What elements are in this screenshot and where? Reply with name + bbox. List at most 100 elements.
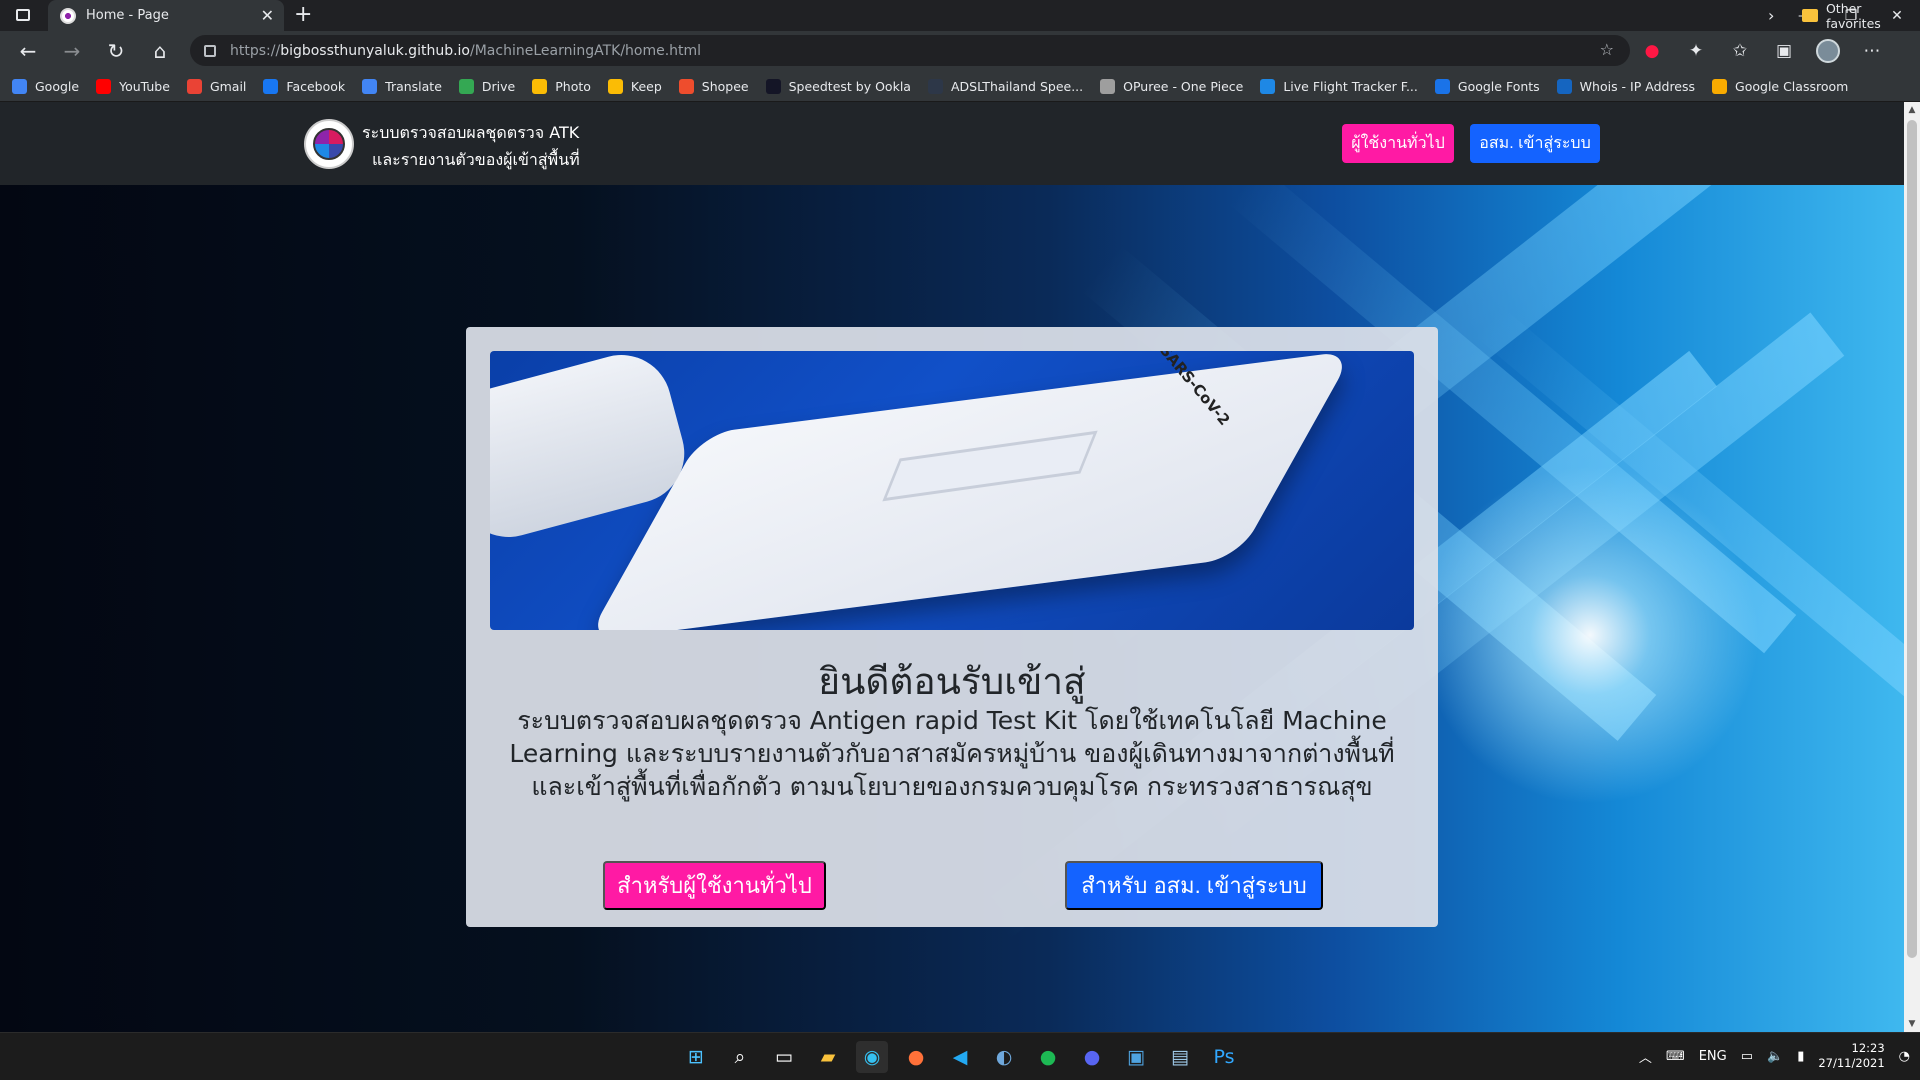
close-tab-icon[interactable]: ✕: [261, 6, 274, 25]
new-tab-icon[interactable]: +: [294, 2, 312, 27]
more-menu-icon[interactable]: ⋯: [1860, 39, 1884, 63]
classroom-icon: [1712, 78, 1728, 94]
battery-icon[interactable]: ▮: [1797, 1049, 1804, 1064]
adsl-icon: [927, 78, 943, 94]
system-tray: ︿ ⌨ ENG ▭ 🔈 ▮ 12:23 27/11/2021 ◔: [1639, 1041, 1910, 1071]
welcome-card: SARS-CoV-2 ยินดีต้อนรับเข้าสู่ ระบบตรวจส…: [466, 327, 1438, 927]
search-icon[interactable]: ⌕: [724, 1041, 756, 1073]
system-description: ระบบตรวจสอบผลชุดตรวจ Antigen rapid Test …: [509, 706, 1395, 801]
other-favorites[interactable]: Other favorites: [1802, 0, 1920, 31]
bookmark-label: Gmail: [209, 78, 247, 94]
language-indicator[interactable]: ENG: [1699, 1049, 1727, 1064]
site-logo[interactable]: [304, 119, 354, 169]
page-viewport: ระบบตรวจสอบผลชุดตรวจ ATK และรายงานตัวของ…: [0, 102, 1904, 1032]
gmail-icon: [186, 78, 202, 94]
keyboard-icon[interactable]: ⌨: [1666, 1049, 1685, 1064]
windows-taskbar: ⊞ ⌕ ▭ ▰ ◉ ● ◀ ◐ ● ● ▣ ▤ Ps ︿ ⌨ ENG ▭ 🔈 ▮…: [0, 1032, 1920, 1080]
home-icon[interactable]: ⌂: [148, 39, 172, 63]
scroll-up-arrow-icon[interactable]: ▲: [1904, 102, 1920, 118]
lock-icon[interactable]: [204, 44, 216, 57]
test-cassette: [585, 351, 1355, 630]
edge-icon[interactable]: ◉: [856, 1041, 888, 1073]
app-icon[interactable]: ◐: [988, 1041, 1020, 1073]
bookmark-item[interactable]: Live Flight Tracker F...: [1260, 78, 1418, 94]
taskbar-apps: ⊞ ⌕ ▭ ▰ ◉ ● ◀ ◐ ● ● ▣ ▤ Ps: [680, 1041, 1240, 1073]
bookmark-item[interactable]: Gmail: [186, 78, 247, 94]
tab-actions-icon[interactable]: [16, 9, 30, 21]
collections-icon[interactable]: ▣: [1772, 39, 1796, 63]
other-favorites-label: Other favorites: [1825, 0, 1881, 31]
bookmark-item[interactable]: Google Fonts: [1434, 78, 1540, 94]
site-favicon-icon: [60, 7, 76, 24]
task-view-icon[interactable]: ▭: [768, 1041, 800, 1073]
forward-icon[interactable]: →: [60, 39, 84, 63]
bookmarks-bar: Google YouTube Gmail Facebook Translate Drive…: [0, 71, 1920, 102]
bookmark-item[interactable]: Drive: [458, 78, 516, 94]
photos-app-icon[interactable]: ▣: [1120, 1041, 1152, 1073]
site-brand[interactable]: ระบบตรวจสอบผลชุดตรวจ ATK และรายงานตัวของ…: [362, 119, 580, 173]
bookmark-item[interactable]: Shopee: [678, 78, 749, 94]
network-icon[interactable]: ▭: [1741, 1049, 1753, 1064]
site-navbar: ระบบตรวจสอบผลชุดตรวจ ATK และรายงานตัวของ…: [0, 102, 1904, 185]
photoshop-icon[interactable]: Ps: [1208, 1041, 1240, 1073]
scrollbar-thumb[interactable]: [1907, 120, 1917, 958]
bookmark-item[interactable]: Whois - IP Address: [1556, 78, 1696, 94]
browser-titlebar: Home - Page ✕ + — ❐ ✕: [0, 0, 1920, 31]
drive-icon: [458, 78, 474, 94]
bookmark-item[interactable]: YouTube: [96, 78, 170, 94]
volume-icon[interactable]: 🔈: [1767, 1049, 1783, 1064]
back-icon[interactable]: ←: [16, 39, 40, 63]
vscode-icon[interactable]: ◀: [944, 1041, 976, 1073]
bookmark-item[interactable]: Speedtest by Ookla: [765, 78, 911, 94]
file-explorer-icon[interactable]: ▰: [812, 1041, 844, 1073]
extensions-puzzle-icon[interactable]: ✦: [1684, 39, 1708, 63]
discord-icon[interactable]: ●: [1076, 1041, 1108, 1073]
folder-icon: [1802, 9, 1818, 22]
nav-osm-login-button[interactable]: อสม. เข้าสู่ระบบ: [1470, 124, 1600, 163]
translate-icon: [362, 78, 378, 94]
nav-public-user-button[interactable]: ผู้ใช้งานทั่วไป: [1342, 124, 1454, 163]
bookmark-item[interactable]: ADSLThailand Spee...: [927, 78, 1083, 94]
bookmark-item[interactable]: Keep: [607, 78, 662, 94]
spotify-icon[interactable]: ●: [1032, 1041, 1064, 1073]
bookmark-item[interactable]: Facebook: [263, 78, 346, 94]
favorites-icon[interactable]: ✩: [1728, 39, 1752, 63]
google-fonts-icon: [1434, 78, 1450, 94]
bookmark-label: Google Classroom: [1735, 78, 1849, 94]
bookmark-label: Facebook: [286, 78, 346, 94]
start-icon[interactable]: ⊞: [680, 1041, 712, 1073]
clock[interactable]: 12:23 27/11/2021: [1818, 1041, 1884, 1071]
notifications-icon[interactable]: ◔: [1899, 1049, 1910, 1064]
bookmark-item[interactable]: Photo: [532, 78, 591, 94]
clock-time: 12:23: [1851, 1041, 1885, 1055]
bookmark-label: Speedtest by Ookla: [788, 78, 911, 94]
public-user-button[interactable]: สำหรับผู้ใช้งานทั่วไป: [603, 861, 826, 910]
bookmark-label: Google Fonts: [1457, 78, 1540, 94]
bookmark-item[interactable]: Google: [12, 78, 79, 94]
bookmark-label: Whois - IP Address: [1579, 78, 1696, 94]
bookmarks-overflow-chevron-icon[interactable]: ›: [1768, 6, 1774, 25]
extension-icon[interactable]: ●: [1640, 39, 1664, 63]
atk-test-kit-image: SARS-CoV-2: [490, 351, 1414, 630]
tab-title: Home - Page: [86, 8, 169, 23]
image-viewer-icon[interactable]: ▤: [1164, 1041, 1196, 1073]
bookmark-item[interactable]: Google Classroom: [1712, 78, 1849, 94]
brand-line-2: และรายงานตัวของผู้เข้าสู่พื้นที่: [372, 150, 580, 169]
page-scrollbar[interactable]: ▲ ▼: [1904, 102, 1920, 1032]
brand-line-1: ระบบตรวจสอบผลชุดตรวจ ATK: [362, 123, 580, 142]
shopee-icon: [678, 78, 694, 94]
address-bar[interactable]: https://bigbossthunyaluk.github.io/Machi…: [190, 35, 1630, 66]
bookmark-item[interactable]: Translate: [362, 78, 442, 94]
bookmark-label: Drive: [481, 78, 516, 94]
profile-avatar[interactable]: [1816, 39, 1840, 63]
tab-home[interactable]: Home - Page ✕: [48, 0, 284, 31]
browser-toolbar: ← → ↻ ⌂ https://bigbossthunyaluk.github.…: [0, 31, 1920, 71]
scroll-down-arrow-icon[interactable]: ▼: [1904, 1016, 1920, 1032]
bookmark-label: Live Flight Tracker F...: [1283, 78, 1418, 94]
osm-login-button[interactable]: สำหรับ อสม. เข้าสู่ระบบ: [1065, 861, 1323, 910]
firefox-icon[interactable]: ●: [900, 1041, 932, 1073]
bookmark-item[interactable]: OPuree - One Piece: [1100, 78, 1243, 94]
reload-icon[interactable]: ↻: [104, 39, 128, 63]
tray-overflow-icon[interactable]: ︿: [1639, 1047, 1652, 1066]
add-favorite-icon[interactable]: ☆: [1600, 40, 1614, 59]
